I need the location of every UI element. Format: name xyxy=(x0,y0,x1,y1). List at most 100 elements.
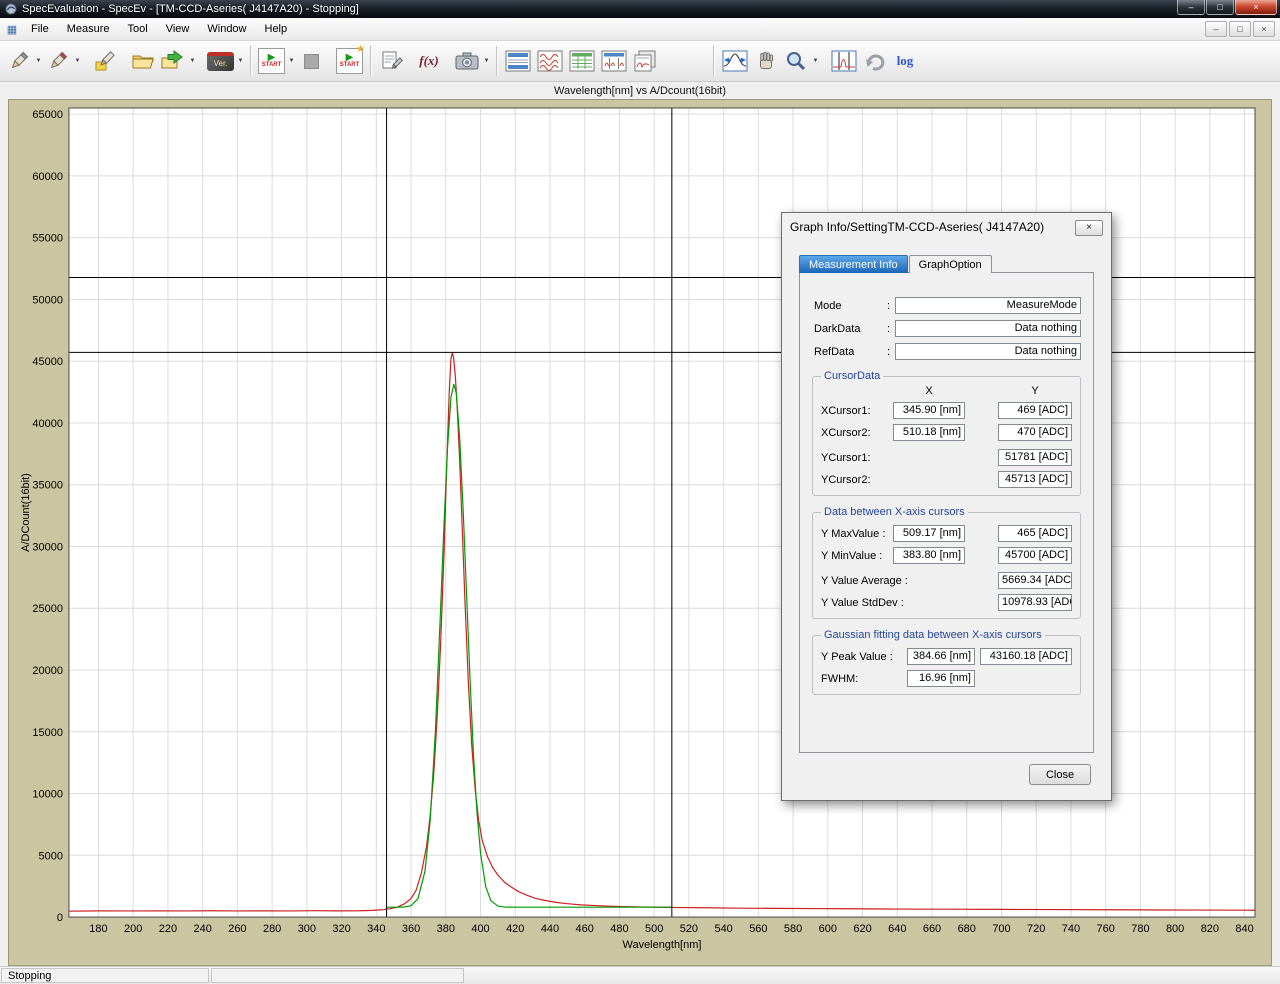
minimize-button[interactable]: – xyxy=(1177,0,1205,15)
dialog-close-button[interactable]: Close xyxy=(1029,764,1091,785)
svg-text:25000: 25000 xyxy=(32,603,63,615)
log-label: log xyxy=(897,53,914,69)
chevron-down-icon[interactable]: ▼ xyxy=(287,45,296,77)
svg-text:300: 300 xyxy=(298,923,316,935)
pan-hand-button[interactable] xyxy=(751,45,781,77)
toolbar: ▼ ▼ ▼ xyxy=(0,41,1280,82)
menu-file[interactable]: File xyxy=(22,19,58,39)
svg-text:15000: 15000 xyxy=(32,727,63,739)
dialog-title: Graph Info/SettingTM-CCD-Aseries( J4147A… xyxy=(790,220,1044,234)
maximize-button[interactable]: □ xyxy=(1206,0,1234,15)
draw-pen-red-button[interactable] xyxy=(43,45,73,77)
svg-text:320: 320 xyxy=(332,923,350,935)
menu-measure[interactable]: Measure xyxy=(58,19,119,39)
chevron-down-icon[interactable]: ▼ xyxy=(811,45,820,77)
yavg-value: 5669.34 [ADC] xyxy=(998,572,1072,589)
measurement-info-panel: Mode : MeasureMode DarkData : Data nothi… xyxy=(799,272,1094,753)
chevron-down-icon[interactable]: ▼ xyxy=(482,45,491,77)
svg-text:180: 180 xyxy=(89,923,107,935)
close-icon: × xyxy=(1261,24,1266,34)
view-data-table-button[interactable] xyxy=(566,45,598,77)
cursor-lines-button[interactable] xyxy=(828,45,860,77)
screenshot-camera-button[interactable] xyxy=(452,45,482,77)
open-file-button[interactable] xyxy=(128,45,158,77)
fwhm-value: 16.96 [nm] xyxy=(907,670,975,687)
draw-pen-button[interactable] xyxy=(4,45,34,77)
window-title: SpecEvaluation - SpecEv - [TM-CCD-Aserie… xyxy=(22,3,359,15)
svg-text:0: 0 xyxy=(57,912,63,924)
close-icon: × xyxy=(1253,2,1258,12)
svg-text:Wavelength[nm]: Wavelength[nm] xyxy=(623,939,702,951)
pencil-red-icon xyxy=(46,49,70,73)
start-measure-button[interactable]: ▶ START xyxy=(256,45,287,77)
mdi-child-icon[interactable]: ▦ xyxy=(4,23,20,36)
mdi-restore-button[interactable]: □ xyxy=(1229,21,1251,37)
svg-text:500: 500 xyxy=(645,923,663,935)
ymin-row: Y MinValue : 383.80 [nm] 45700 [ADC] xyxy=(821,547,1072,564)
mode-row: Mode : MeasureMode xyxy=(814,297,1081,314)
star-icon: ★ xyxy=(356,44,365,55)
zoom-button[interactable] xyxy=(781,45,811,77)
mdi-close-button[interactable]: × xyxy=(1253,21,1275,37)
svg-text:10000: 10000 xyxy=(32,789,63,801)
darkdata-row: DarkData : Data nothing xyxy=(814,320,1081,337)
menu-window[interactable]: Window xyxy=(198,19,255,39)
minimize-icon: – xyxy=(1188,2,1193,12)
svg-text:460: 460 xyxy=(576,923,594,935)
restore-icon: □ xyxy=(1237,24,1242,34)
mdi-minimize-button[interactable]: – xyxy=(1205,21,1227,37)
function-fx-button[interactable]: f(x) xyxy=(414,45,444,77)
view-overlay-graphs-button[interactable] xyxy=(534,45,566,77)
ymin-y-value: 45700 [ADC] xyxy=(998,547,1072,564)
svg-text:780: 780 xyxy=(1131,923,1149,935)
toolbar-separator xyxy=(713,46,714,76)
svg-text:640: 640 xyxy=(888,923,906,935)
chevron-down-icon[interactable]: ▼ xyxy=(188,45,197,77)
chevron-down-icon[interactable]: ▼ xyxy=(73,45,82,77)
save-data-button[interactable] xyxy=(158,45,188,77)
svg-text:35000: 35000 xyxy=(32,480,63,492)
split-panes-icon xyxy=(600,49,628,73)
view-single-graph-button[interactable] xyxy=(502,45,534,77)
mdi-window-controls: – □ × xyxy=(1205,21,1280,37)
tab-measurement-info[interactable]: Measurement Info xyxy=(799,255,908,273)
menu-tool[interactable]: Tool xyxy=(119,19,157,39)
svg-text:440: 440 xyxy=(541,923,559,935)
svg-text:340: 340 xyxy=(367,923,385,935)
fit-x-axis-button[interactable] xyxy=(719,45,751,77)
chart-title: Wavelength[nm] vs A/Dcount(16bit) xyxy=(8,83,1272,99)
marker-pen-button[interactable] xyxy=(90,45,120,77)
svg-text:820: 820 xyxy=(1201,923,1219,935)
menu-help[interactable]: Help xyxy=(256,19,297,39)
version-eraser-button[interactable]: Ver. xyxy=(205,45,236,77)
svg-text:740: 740 xyxy=(1062,923,1080,935)
data-table-icon xyxy=(568,49,596,73)
dialog-close-x-button[interactable]: × xyxy=(1075,220,1103,236)
undo-arrow-icon xyxy=(863,49,887,73)
magnifier-icon xyxy=(784,49,808,73)
export-data-button[interactable] xyxy=(376,45,406,77)
chevron-down-icon[interactable]: ▼ xyxy=(236,45,245,77)
ycursor1-row: YCursor1: 51781 [ADC] xyxy=(821,449,1072,466)
stop-measure-button[interactable] xyxy=(296,45,326,77)
svg-text:60000: 60000 xyxy=(32,171,63,183)
log-button[interactable]: log xyxy=(890,45,920,77)
chevron-down-icon[interactable]: ▼ xyxy=(34,45,43,77)
svg-text:A/DCount(16bit): A/DCount(16bit) xyxy=(20,473,32,552)
view-split-panes-button[interactable] xyxy=(598,45,630,77)
start-label: START xyxy=(262,62,282,69)
svg-text:20000: 20000 xyxy=(32,665,63,677)
menu-view[interactable]: View xyxy=(157,19,199,39)
start-once-button[interactable]: ▶ START ★ xyxy=(334,45,365,77)
svg-text:200: 200 xyxy=(124,923,142,935)
undo-button[interactable] xyxy=(860,45,890,77)
tab-graph-option[interactable]: GraphOption xyxy=(909,255,992,273)
xcursor1-x-value: 345.90 [nm] xyxy=(893,402,965,419)
view-report-button[interactable] xyxy=(630,45,662,77)
svg-text:360: 360 xyxy=(402,923,420,935)
xcursor2-y-value: 470 [ADC] xyxy=(998,424,1072,441)
close-button[interactable]: × xyxy=(1235,0,1277,15)
svg-text:50000: 50000 xyxy=(32,294,63,306)
ycursor2-row: YCursor2: 45713 [ADC] xyxy=(821,471,1072,488)
svg-text:600: 600 xyxy=(819,923,837,935)
